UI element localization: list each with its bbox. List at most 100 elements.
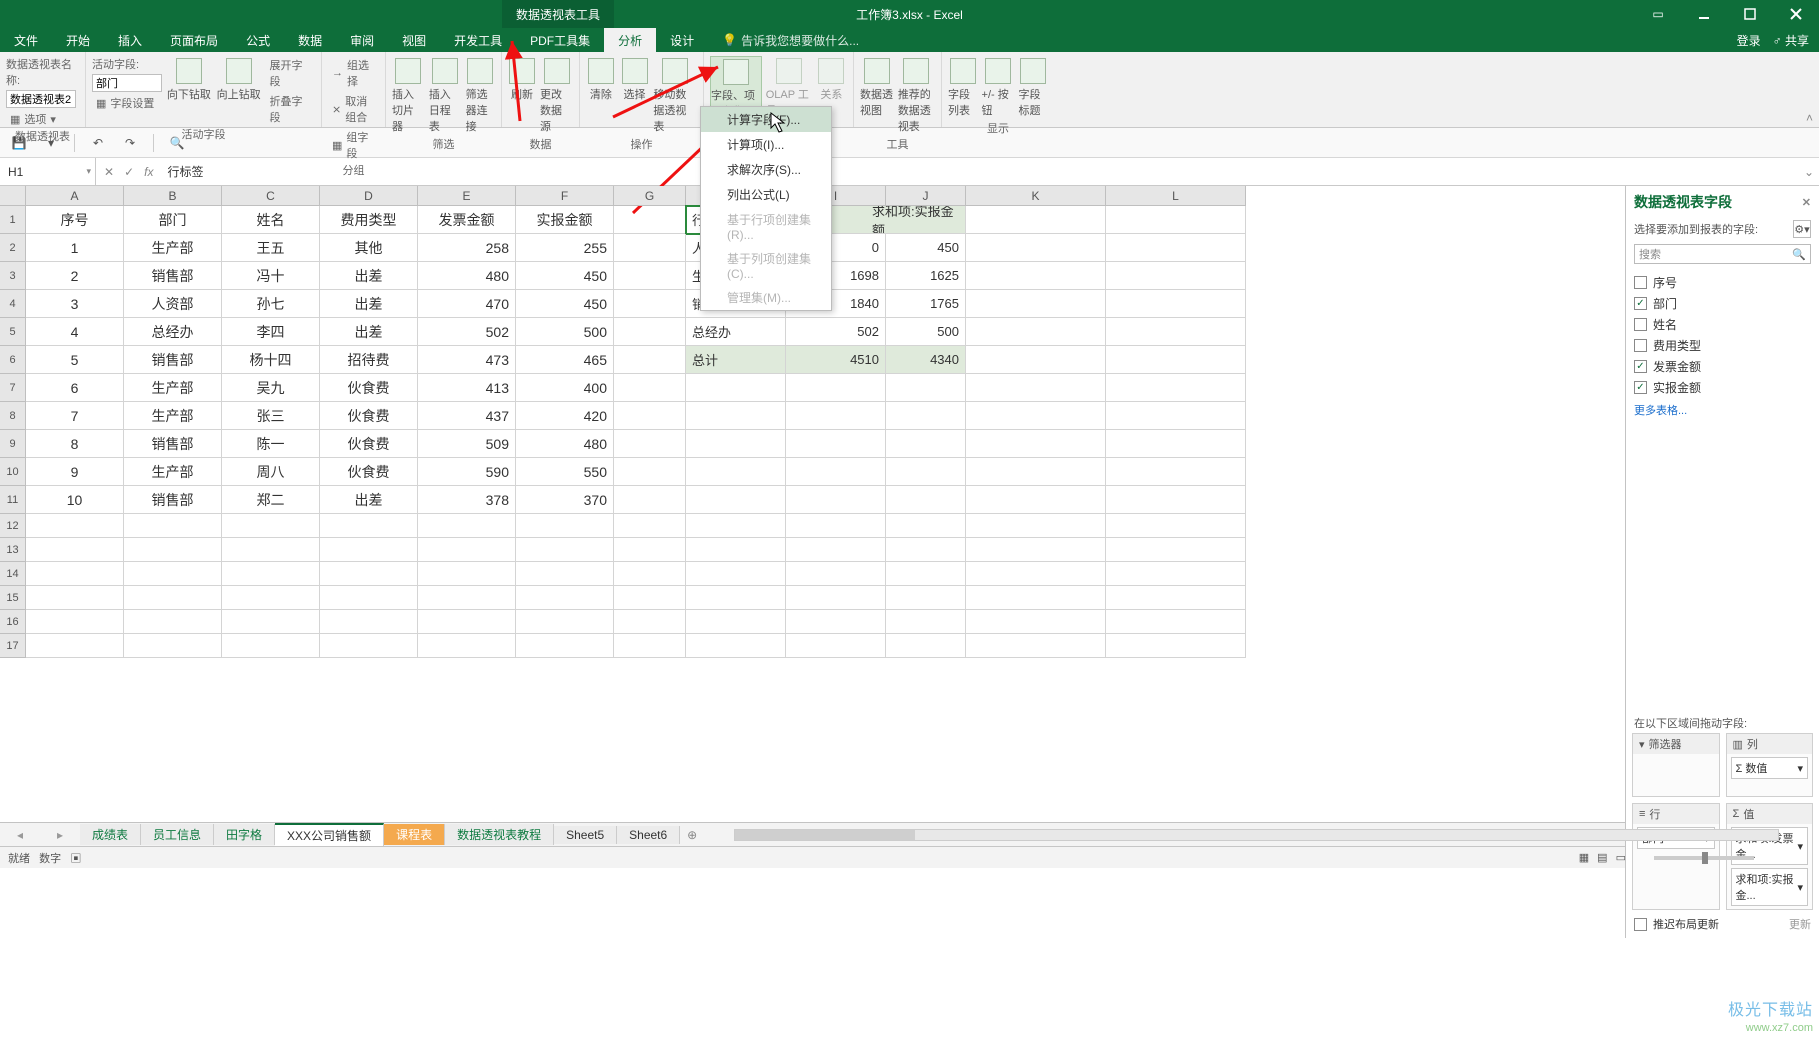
ribbon-display-options-icon[interactable]: ▭ — [1635, 0, 1681, 28]
cell[interactable] — [886, 610, 966, 634]
cell[interactable] — [886, 514, 966, 538]
cell[interactable] — [320, 610, 418, 634]
cell[interactable] — [966, 290, 1106, 318]
chevron-down-icon[interactable]: ▾ — [86, 166, 91, 177]
cell[interactable] — [1106, 430, 1246, 458]
row-header[interactable]: 4 — [0, 290, 26, 318]
cell[interactable] — [886, 374, 966, 402]
cell[interactable] — [124, 586, 222, 610]
columns-area[interactable]: ▥列 Σ 数值▾ — [1726, 733, 1814, 797]
horizontal-scrollbar[interactable] — [734, 829, 1779, 841]
cell[interactable] — [26, 610, 124, 634]
cell[interactable] — [614, 374, 686, 402]
cell[interactable]: 9 — [26, 458, 124, 486]
cell[interactable]: 发票金额 — [418, 206, 516, 234]
cell[interactable]: 502 — [418, 318, 516, 346]
tab-data[interactable]: 数据 — [284, 28, 336, 52]
cell[interactable] — [516, 562, 614, 586]
cell[interactable] — [614, 262, 686, 290]
col-header[interactable]: E — [418, 186, 516, 206]
cell[interactable] — [1106, 562, 1246, 586]
relations-button[interactable]: 关系 — [816, 56, 847, 104]
drilldown-button[interactable]: 向下钻取 — [166, 56, 212, 104]
row-header[interactable]: 2 — [0, 234, 26, 262]
close-icon[interactable] — [1773, 0, 1819, 28]
cell[interactable] — [686, 458, 786, 486]
cell[interactable]: 孙七 — [222, 290, 320, 318]
scroll-thumb[interactable] — [735, 830, 915, 840]
cell[interactable] — [886, 586, 966, 610]
cell[interactable] — [614, 234, 686, 262]
cell[interactable]: 4 — [26, 318, 124, 346]
cell[interactable] — [886, 634, 966, 658]
cell[interactable] — [124, 634, 222, 658]
cell[interactable] — [1106, 514, 1246, 538]
cell[interactable]: 销售部 — [124, 486, 222, 514]
cell[interactable] — [966, 610, 1106, 634]
cell[interactable]: 500 — [516, 318, 614, 346]
cell[interactable] — [966, 374, 1106, 402]
cell[interactable] — [966, 346, 1106, 374]
ribbon-collapse-icon[interactable]: ˄ — [1806, 111, 1813, 125]
cell[interactable]: 伙食费 — [320, 430, 418, 458]
select-all-corner[interactable] — [0, 186, 26, 206]
col-header[interactable]: D — [320, 186, 418, 206]
checkbox[interactable] — [1634, 297, 1647, 310]
cell[interactable] — [614, 514, 686, 538]
cell[interactable] — [886, 430, 966, 458]
cell[interactable]: 10 — [26, 486, 124, 514]
cell[interactable] — [614, 486, 686, 514]
cell[interactable]: 出差 — [320, 318, 418, 346]
cell[interactable]: 8 — [26, 430, 124, 458]
cell[interactable] — [222, 562, 320, 586]
col-header[interactable]: L — [1106, 186, 1246, 206]
cell[interactable] — [966, 514, 1106, 538]
cell[interactable] — [966, 206, 1106, 234]
cell[interactable] — [124, 514, 222, 538]
filter-conn-button[interactable]: 筛选器连接 — [466, 56, 495, 136]
cell[interactable] — [1106, 610, 1246, 634]
cell[interactable]: 其他 — [320, 234, 418, 262]
col-header[interactable]: K — [966, 186, 1106, 206]
cell[interactable] — [886, 486, 966, 514]
cell[interactable]: 378 — [418, 486, 516, 514]
minimize-icon[interactable] — [1681, 0, 1727, 28]
add-sheet-icon[interactable]: ⊕ — [680, 828, 704, 842]
cell[interactable]: 伙食费 — [320, 402, 418, 430]
checkbox[interactable] — [1634, 381, 1647, 394]
filter-area[interactable]: ▾筛选器 — [1632, 733, 1720, 797]
page-layout-view-icon[interactable]: ▤ — [1597, 851, 1607, 864]
cell[interactable] — [966, 486, 1106, 514]
cell[interactable] — [1106, 402, 1246, 430]
row-header[interactable]: 17 — [0, 634, 26, 658]
cell[interactable]: 509 — [418, 430, 516, 458]
cell[interactable] — [614, 430, 686, 458]
cell[interactable] — [966, 402, 1106, 430]
login-link[interactable]: 登录 — [1737, 32, 1761, 49]
cell[interactable] — [786, 402, 886, 430]
zoom-slider[interactable] — [1654, 856, 1754, 860]
cell[interactable] — [1106, 586, 1246, 610]
cell[interactable] — [1106, 538, 1246, 562]
cell[interactable]: 部门 — [124, 206, 222, 234]
tab-insert[interactable]: 插入 — [104, 28, 156, 52]
cell[interactable] — [418, 538, 516, 562]
tab-nav-first-icon[interactable]: ◂ — [17, 828, 23, 842]
cell[interactable]: 序号 — [26, 206, 124, 234]
cell[interactable] — [966, 430, 1106, 458]
cell[interactable] — [786, 610, 886, 634]
sheet-tab[interactable]: 成绩表 — [80, 824, 141, 845]
cell[interactable] — [966, 262, 1106, 290]
chevron-down-icon[interactable]: ▾ — [1797, 762, 1803, 775]
cell[interactable] — [686, 514, 786, 538]
cell[interactable]: 伙食费 — [320, 374, 418, 402]
cell[interactable] — [418, 634, 516, 658]
cell[interactable] — [786, 458, 886, 486]
col-header[interactable]: C — [222, 186, 320, 206]
field-checkbox-row[interactable]: 姓名 — [1634, 314, 1811, 335]
row-header[interactable]: 7 — [0, 374, 26, 402]
cell[interactable] — [1106, 486, 1246, 514]
cell[interactable]: 生产部 — [124, 402, 222, 430]
cell[interactable] — [786, 634, 886, 658]
move-pt-button[interactable]: 移动数据透视表 — [653, 56, 697, 136]
